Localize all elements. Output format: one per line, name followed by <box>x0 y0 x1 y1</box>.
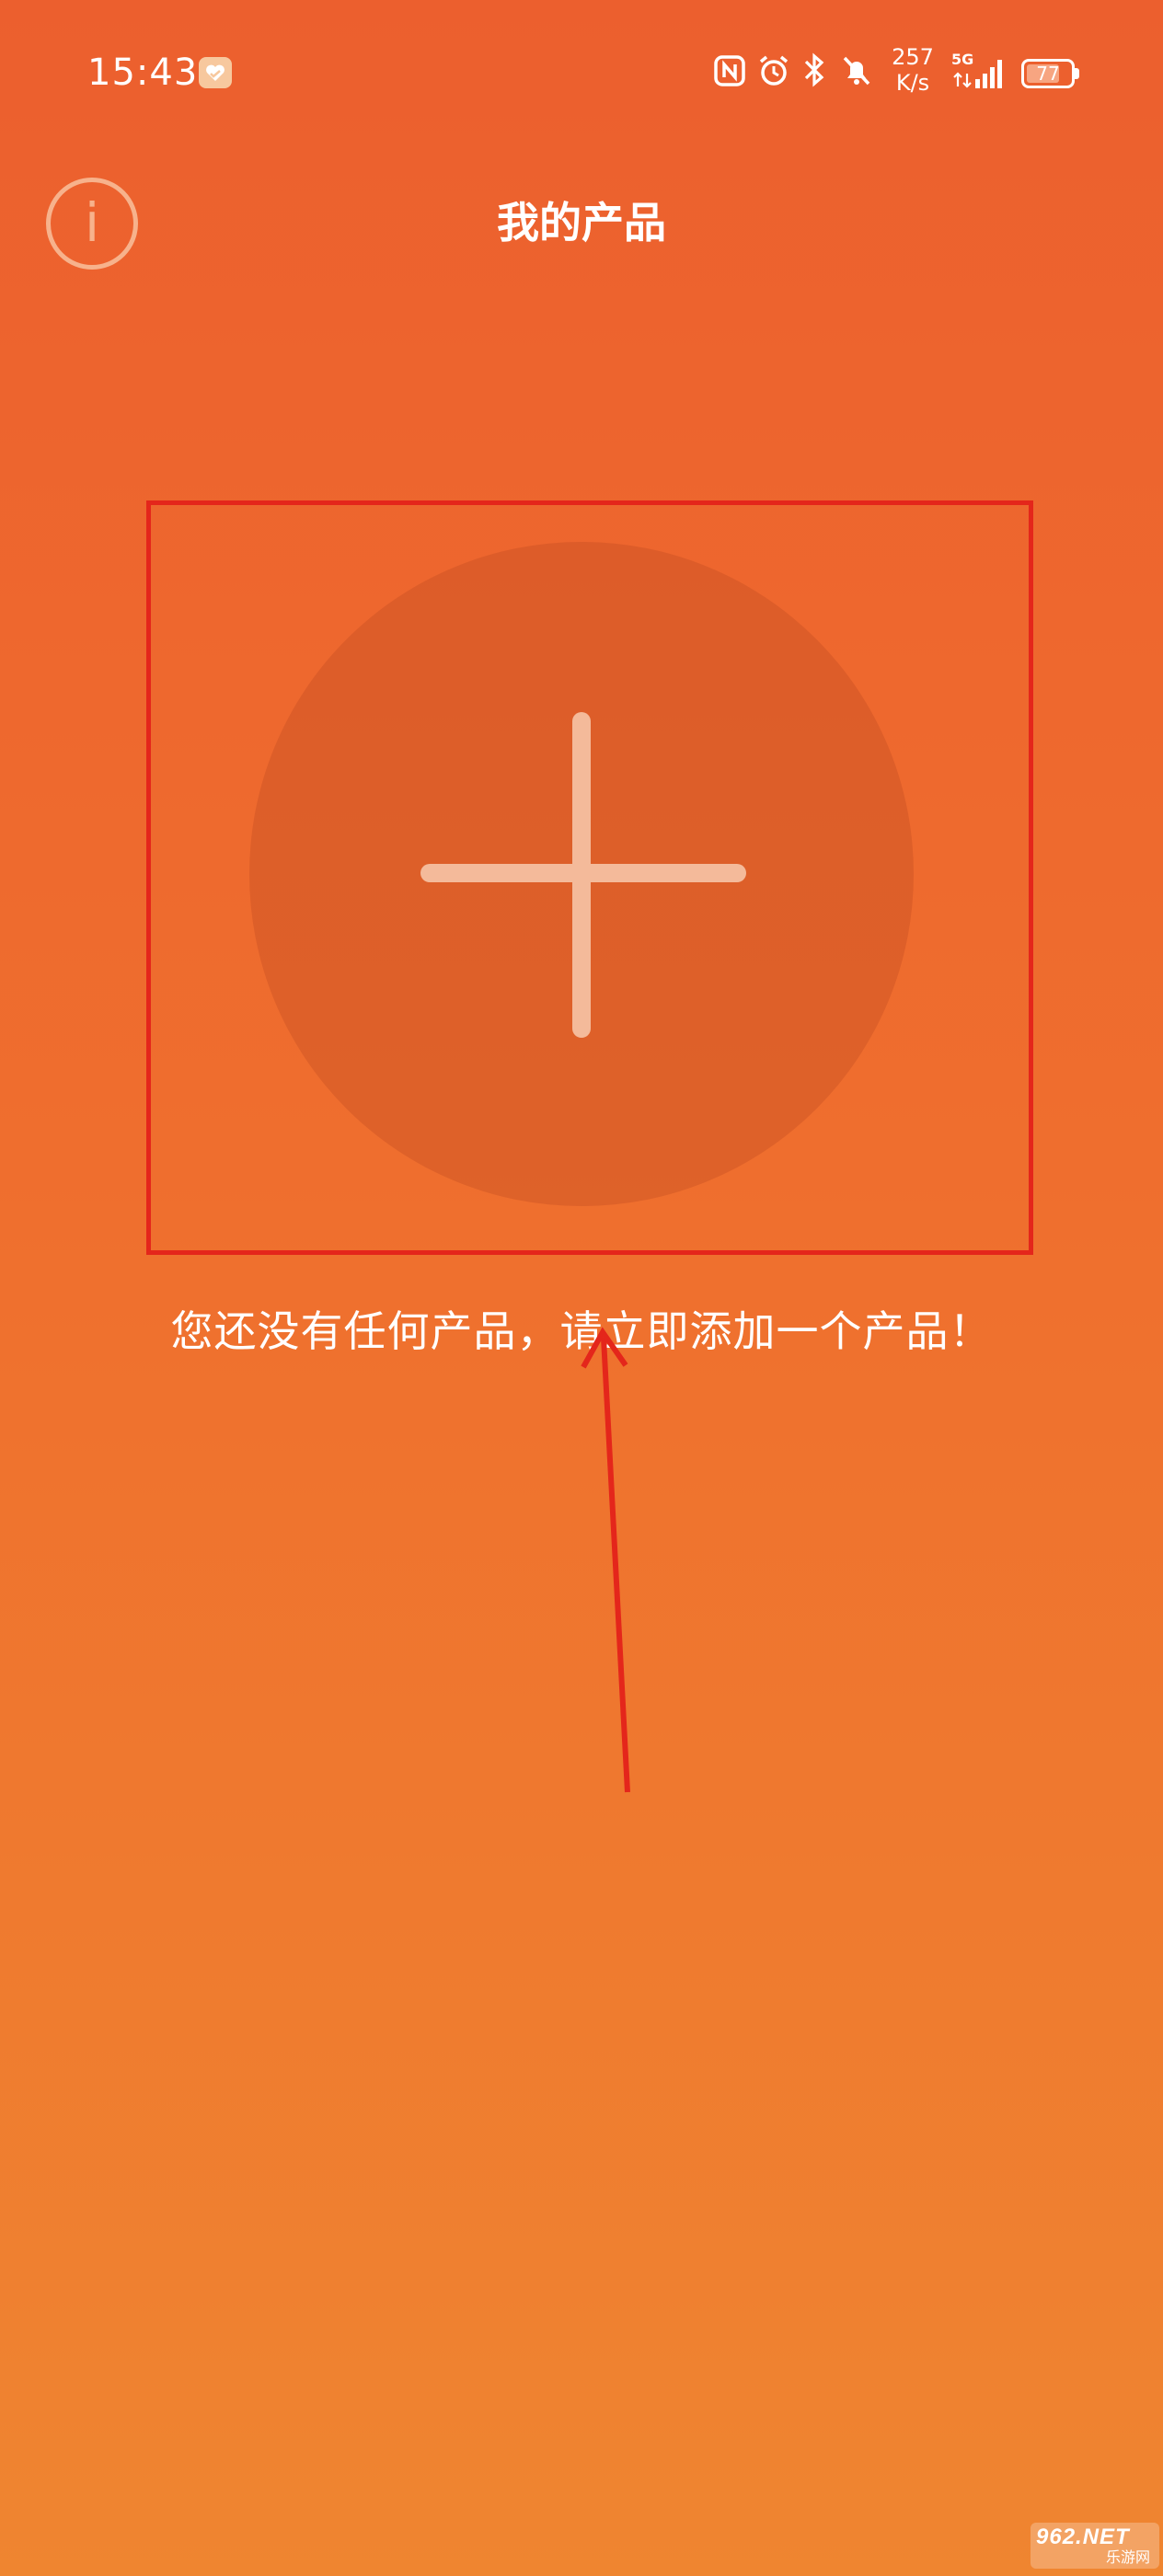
annotation-arrow <box>581 1327 630 1793</box>
battery-level: 77 <box>1036 63 1060 85</box>
nfc-icon <box>714 55 745 90</box>
health-icon <box>199 57 232 88</box>
app-screen: 15:43 257 K/s 5G 77 i 我的产品 您还没有任何产品，请立即添… <box>0 0 1163 2576</box>
info-icon: i <box>84 191 100 254</box>
alarm-icon <box>756 53 791 92</box>
status-icons: 257 K/s 5G 77 <box>714 44 1082 103</box>
status-bar: 15:43 257 K/s 5G 77 <box>0 0 1163 147</box>
info-button[interactable]: i <box>46 178 138 270</box>
net-speed-value: 257 <box>892 44 934 70</box>
battery-body: 77 <box>1021 59 1075 88</box>
battery-tip <box>1075 68 1079 79</box>
watermark-logo: 962.NET 乐游网 <box>1031 2523 1159 2569</box>
empty-state-message: 您还没有任何产品，请立即添加一个产品！ <box>170 1306 993 1356</box>
status-time: 15:43 <box>87 52 199 94</box>
watermark-brand: 962.NET <box>1036 2524 1130 2549</box>
net-speed-unit: K/s <box>895 70 930 96</box>
watermark-subtitle: 乐游网 <box>1105 2548 1150 2566</box>
annotation-highlight-box <box>146 500 1033 1255</box>
page-title: 我的产品 <box>497 198 666 247</box>
mute-icon <box>839 53 874 92</box>
bluetooth-icon <box>802 52 826 92</box>
